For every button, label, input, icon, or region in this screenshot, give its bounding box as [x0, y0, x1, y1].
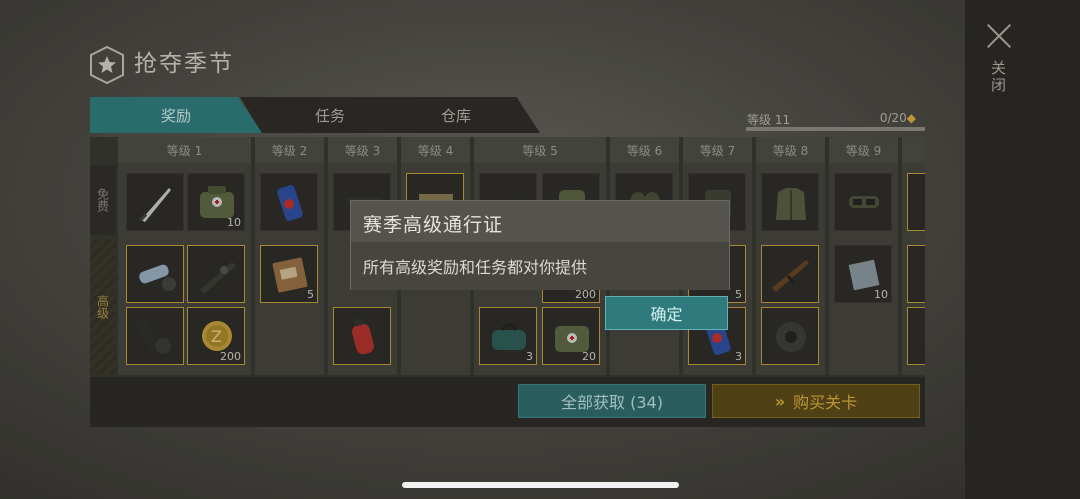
side-panel — [965, 0, 1080, 499]
game-screen: 关闭 抢夺季节 任务 仓库 奖励 等级 11 0/20◆ 免费 高级 等级 1 … — [0, 0, 1080, 499]
dialog-body: 所有高级奖励和任务都对你提供 — [351, 242, 729, 290]
dialog-title: 赛季高级通行证 — [363, 214, 504, 236]
close-icon[interactable] — [985, 22, 1013, 50]
home-indicator[interactable] — [402, 482, 679, 488]
close-label[interactable]: 关闭 — [989, 60, 1009, 94]
confirm-button[interactable]: 确定 — [605, 296, 728, 330]
premium-pass-dialog: 赛季高级通行证 所有高级奖励和任务都对你提供 — [350, 200, 730, 290]
dialog-message: 所有高级奖励和任务都对你提供 — [363, 258, 588, 277]
